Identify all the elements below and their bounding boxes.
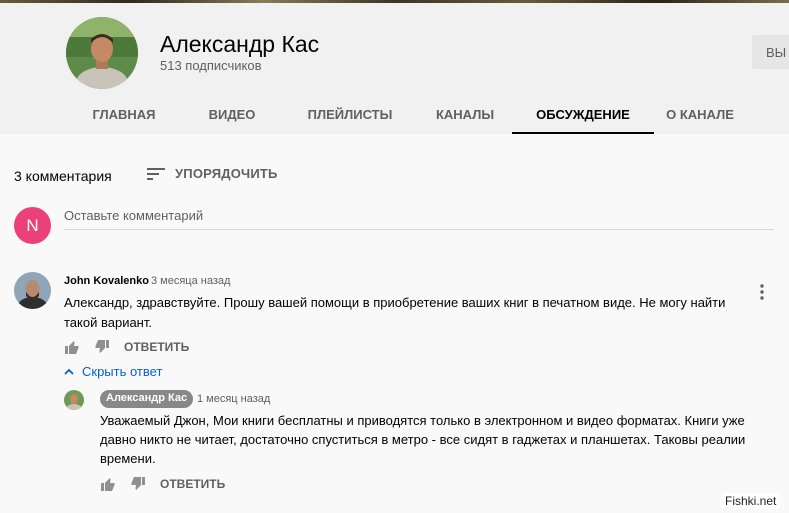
add-comment-input[interactable]: Оставьте комментарий [64,208,764,223]
owner-badge[interactable]: Александр Кас [100,390,194,408]
reply-button[interactable]: ОТВЕТИТЬ [124,340,189,354]
dislike-icon[interactable] [130,476,146,492]
channel-name: Александр Кас [160,31,320,57]
reply-author-avatar[interactable] [64,390,84,410]
watermark: Fishki.net [722,493,780,509]
tab-about[interactable]: О КАНАЛЕ [654,95,746,134]
reply-actions: ОТВЕТИТЬ [100,476,225,492]
tab-home[interactable]: ГЛАВНАЯ [66,95,182,134]
dislike-icon[interactable] [94,339,110,355]
reply-button[interactable]: ОТВЕТИТЬ [160,477,225,491]
tab-discussion[interactable]: ОБСУЖДЕНИЕ [512,95,654,134]
channel-header: Александр Кас 513 подписчиков ВЫ ГЛАВНАЯ… [0,3,789,134]
comment-text: Александр, здравствуйте. Прошу вашей пом… [64,295,726,330]
subscriber-count: 513 подписчиков [160,58,262,73]
comments-header: 3 комментария УПОРЯДОЧИТЬ [14,166,277,186]
commenter-avatar[interactable] [14,272,51,309]
comment-author[interactable]: John Kovalenko [64,275,149,287]
channel-tabs: ГЛАВНАЯ ВИДЕО ПЛЕЙЛИСТЫ КАНАЛЫ ОБСУЖДЕНИ… [66,95,746,134]
add-comment-underline [64,229,774,230]
tab-videos[interactable]: ВИДЕО [182,95,282,134]
hide-replies-button[interactable]: Скрыть ответ [64,364,162,379]
like-icon[interactable] [64,339,80,355]
sort-label: УПОРЯДОЧИТЬ [175,166,278,181]
comment-count: 3 комментария [14,168,112,184]
comment-time[interactable]: 3 месяца назад [151,275,230,287]
reply-time[interactable]: 1 месяц назад [197,393,270,405]
channel-avatar[interactable] [66,17,138,89]
sort-icon [147,167,165,180]
user-avatar: N [14,207,51,244]
tab-channels[interactable]: КАНАЛЫ [418,95,512,134]
more-actions-icon[interactable] [756,283,768,301]
reply-text: Уважаемый Джон, Мои книги бесплатны и пр… [100,413,746,466]
chevron-up-icon [64,368,74,375]
comment-actions: ОТВЕТИТЬ [64,339,189,355]
tab-playlists[interactable]: ПЛЕЙЛИСТЫ [282,95,418,134]
hide-replies-label: Скрыть ответ [82,364,163,379]
like-icon[interactable] [100,476,116,492]
subscribed-button[interactable]: ВЫ [752,35,789,69]
sort-button[interactable]: УПОРЯДОЧИТЬ [147,166,278,181]
